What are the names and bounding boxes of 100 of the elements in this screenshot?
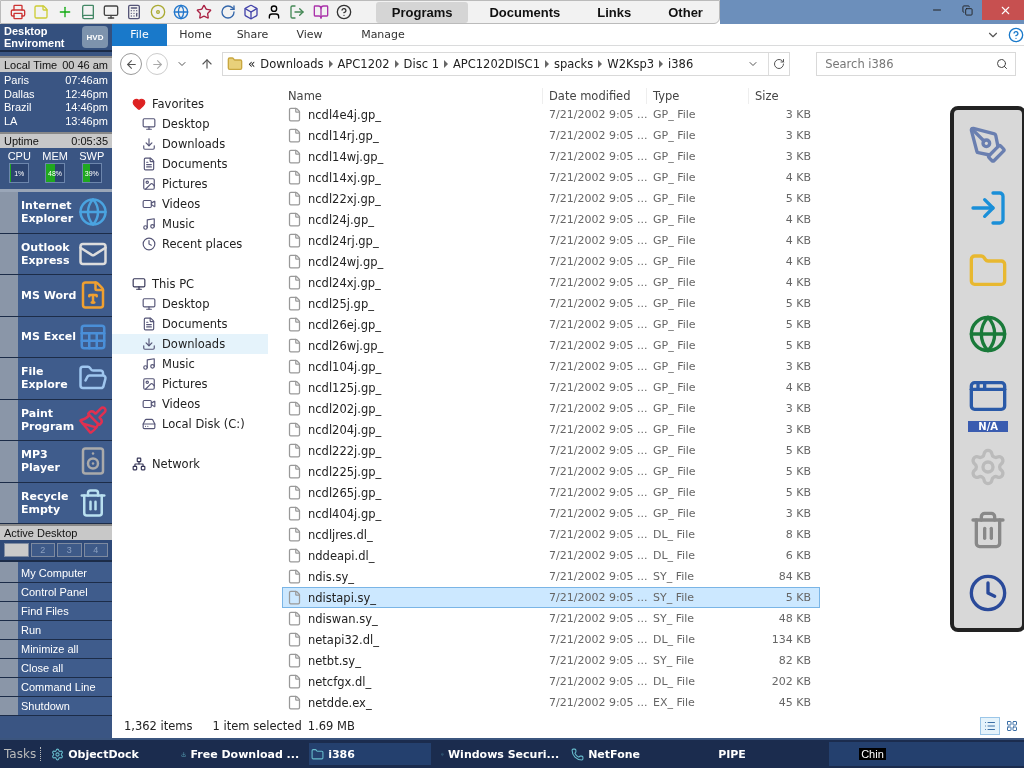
file-row[interactable]: ncdljres.dl_ 7/21/2002 9:05 ... DL_ File 8 KB bbox=[282, 524, 820, 545]
nav-item[interactable]: Downloads bbox=[112, 334, 268, 354]
toolbar-icon[interactable] bbox=[334, 2, 353, 22]
launcher-button[interactable]: MP3 Player bbox=[0, 441, 112, 483]
file-row[interactable]: ncdl14rj.gp_ 7/21/2002 9:05 ... GP_ File 3 KB bbox=[282, 125, 820, 146]
ribbon-tab[interactable]: Share bbox=[224, 23, 281, 46]
address-bar[interactable]: « Downloads APC1202 Disc 1 APC1202DISC1 spacks W2Ksp3 i386 bbox=[222, 52, 791, 76]
type-cell-text: GP_ File bbox=[652, 318, 697, 331]
nav-group[interactable]: This PC bbox=[112, 274, 282, 294]
nav-item[interactable]: Documents bbox=[112, 314, 268, 334]
file-row[interactable]: ncdl225j.gp_ 7/21/2002 9:05 ... GP_ File 5 KB bbox=[282, 461, 820, 482]
breadcrumb-item[interactable]: i386 bbox=[668, 57, 694, 71]
launcher-button[interactable]: MS Excel bbox=[0, 316, 112, 358]
file-row[interactable]: ncdl14xj.gp_ 7/21/2002 9:05 ... GP_ File 4 KB bbox=[282, 167, 820, 188]
size-cell-text: 3 KB bbox=[784, 150, 812, 163]
task-button[interactable]: Windows Securi... bbox=[439, 743, 562, 765]
file-row[interactable]: ncdl24wj.gp_ 7/21/2002 9:05 ... GP_ File 4 KB bbox=[282, 251, 820, 272]
nav-item[interactable]: Music bbox=[112, 354, 268, 374]
file-row[interactable]: ncdl24j.gp_ 7/21/2002 9:05 ... GP_ File 4 KB bbox=[282, 209, 820, 230]
column-header[interactable]: Date modified bbox=[542, 88, 646, 104]
nav-group[interactable]: Network bbox=[112, 454, 282, 474]
back-button[interactable] bbox=[120, 53, 142, 75]
ribbon-tab[interactable]: File bbox=[112, 23, 167, 46]
toolbar-icon[interactable] bbox=[195, 2, 214, 22]
file-row[interactable]: ndistapi.sy_ 7/21/2002 9:05 ... SY_ File 5 KB bbox=[282, 587, 820, 608]
file-row[interactable]: ncdl125j.gp_ 7/21/2002 9:05 ... GP_ File 4 KB bbox=[282, 377, 820, 398]
search-field[interactable]: Search i386 bbox=[816, 52, 1017, 76]
launcher-button[interactable]: Paint Program bbox=[0, 399, 112, 441]
file-row[interactable]: ncdl222j.gp_ 7/21/2002 9:05 ... GP_ File 5 KB bbox=[282, 440, 820, 461]
launcher-button[interactable]: Outlook Express bbox=[0, 233, 112, 275]
column-header[interactable]: Size bbox=[748, 88, 816, 104]
nav-item[interactable]: Recent places bbox=[112, 234, 268, 254]
file-icon bbox=[287, 338, 302, 353]
date-cell-text: 7/21/2002 9:05 ... bbox=[548, 423, 647, 436]
file-row[interactable]: netbt.sy_ 7/21/2002 9:05 ... SY_ File 82 KB bbox=[282, 650, 820, 671]
file-row[interactable]: ncdl22xj.gp_ 7/21/2002 9:05 ... GP_ File 5 KB bbox=[282, 188, 820, 209]
nav-item[interactable]: Music bbox=[112, 214, 268, 234]
menu-tab[interactable]: Documents bbox=[473, 1, 577, 23]
nav-item[interactable]: Pictures bbox=[112, 374, 268, 394]
breadcrumb-item[interactable]: W2Ksp3 bbox=[607, 57, 655, 71]
file-row[interactable]: ncdl14wj.gp_ 7/21/2002 9:05 ... GP_ File 3 KB bbox=[282, 146, 820, 167]
file-row[interactable]: netapi32.dl_ 7/21/2002 9:05 ... DL_ File 134 KB bbox=[282, 629, 820, 650]
nav-item[interactable]: Videos bbox=[112, 194, 268, 214]
launcher-button[interactable]: Recycle Empty bbox=[0, 482, 112, 524]
nav-item[interactable]: Downloads bbox=[112, 134, 268, 154]
breadcrumb-item[interactable]: spacks bbox=[553, 57, 594, 71]
breadcrumb-item[interactable]: APC1202 bbox=[337, 57, 390, 71]
column-header[interactable]: Type bbox=[646, 88, 748, 104]
file-row[interactable]: ncdl26wj.gp_ 7/21/2002 9:05 ... GP_ File 5 KB bbox=[282, 335, 820, 356]
breadcrumb-item[interactable]: Disc 1 bbox=[403, 57, 439, 71]
task-button[interactable]: PIPE bbox=[699, 743, 822, 765]
breadcrumb-item[interactable]: Downloads bbox=[260, 57, 324, 71]
nav-item[interactable]: Documents bbox=[112, 154, 268, 174]
file-row[interactable]: ncdl24xj.gp_ 7/21/2002 9:05 ... GP_ File 4 KB bbox=[282, 272, 820, 293]
file-row[interactable]: ncdl4e4j.gp_ 7/21/2002 9:05 ... GP_ File 3 KB bbox=[282, 104, 820, 125]
file-row[interactable]: ncdl404j.gp_ 7/21/2002 9:05 ... GP_ File 3 KB bbox=[282, 503, 820, 524]
menu-tab[interactable]: Programs bbox=[375, 1, 469, 23]
file-name: ncdl24wj.gp_ bbox=[308, 254, 384, 269]
toolbar-icon[interactable] bbox=[102, 2, 121, 22]
task-button[interactable]: ObjectDock bbox=[49, 743, 172, 765]
file-row[interactable]: ncdl24rj.gp_ 7/21/2002 9:05 ... GP_ File 4 KB bbox=[282, 230, 820, 251]
globe-icon bbox=[78, 197, 108, 228]
ribbon-tab[interactable]: View bbox=[281, 23, 338, 46]
ribbon-tab[interactable]: Home bbox=[167, 23, 224, 46]
file-row[interactable]: netcfgx.dl_ 7/21/2002 9:05 ... DL_ File 202 KB bbox=[282, 671, 820, 692]
ribbon-tab[interactable]: Manage bbox=[338, 23, 428, 46]
menu-tab[interactable]: Links bbox=[581, 1, 648, 23]
file-row[interactable]: ncdl202j.gp_ 7/21/2002 9:05 ... GP_ File 3 KB bbox=[282, 398, 820, 419]
launcher-button[interactable]: MS Word bbox=[0, 275, 112, 317]
file-row[interactable]: ndis.sy_ 7/21/2002 9:05 ... SY_ File 84 KB bbox=[282, 566, 820, 587]
globe-icon bbox=[968, 313, 1009, 354]
nav-item[interactable]: Videos bbox=[112, 394, 268, 414]
file-icon bbox=[287, 296, 302, 311]
launcher-button[interactable]: Internet Explorer bbox=[0, 192, 112, 234]
task-button[interactable]: i386 bbox=[309, 743, 432, 765]
breadcrumb-overflow[interactable]: « bbox=[248, 57, 256, 71]
task-button[interactable]: Free Download ... bbox=[179, 743, 302, 765]
file-row[interactable]: nddeapi.dl_ 7/21/2002 9:05 ... DL_ File 6 KB bbox=[282, 545, 820, 566]
column-header[interactable]: Name bbox=[282, 88, 542, 104]
refresh-icon bbox=[773, 58, 786, 70]
file-row[interactable]: ndiswan.sy_ 7/21/2002 9:05 ... SY_ File 48 KB bbox=[282, 608, 820, 629]
nav-item[interactable]: Desktop bbox=[112, 114, 268, 134]
file-row[interactable]: ncdl26ej.gp_ 7/21/2002 9:05 ... GP_ File 5 KB bbox=[282, 314, 820, 335]
nav-item[interactable]: Desktop bbox=[112, 294, 268, 314]
task-button[interactable]: NetFone bbox=[569, 743, 692, 765]
launcher-button[interactable]: File Explore bbox=[0, 358, 112, 400]
file-row[interactable]: netdde.ex_ 7/21/2002 9:05 ... EX_ File 45 KB bbox=[282, 692, 820, 713]
file-row[interactable]: ncdl104j.gp_ 7/21/2002 9:05 ... GP_ File 3 KB bbox=[282, 356, 820, 377]
breadcrumb-item[interactable]: APC1202DISC1 bbox=[452, 57, 540, 71]
details-view-button[interactable] bbox=[980, 717, 1001, 735]
file-row[interactable]: ncdl204j.gp_ 7/21/2002 9:05 ... GP_ File 3 KB bbox=[282, 419, 820, 440]
type-cell-text: SY_ File bbox=[652, 654, 696, 667]
nav-item[interactable]: Local Disk (C:) bbox=[112, 414, 268, 434]
nav-item[interactable]: Pictures bbox=[112, 174, 268, 194]
menu-tab[interactable]: Other bbox=[652, 1, 719, 23]
file-row[interactable]: ncdl25j.gp_ 7/21/2002 9:05 ... GP_ File 5 KB bbox=[282, 293, 820, 314]
toolbar-icon[interactable] bbox=[241, 2, 260, 22]
desktop-pager-button[interactable] bbox=[4, 543, 29, 557]
nav-group[interactable]: Favorites bbox=[112, 94, 282, 114]
file-row[interactable]: ncdl265j.gp_ 7/21/2002 9:05 ... GP_ File 5 KB bbox=[282, 482, 820, 503]
